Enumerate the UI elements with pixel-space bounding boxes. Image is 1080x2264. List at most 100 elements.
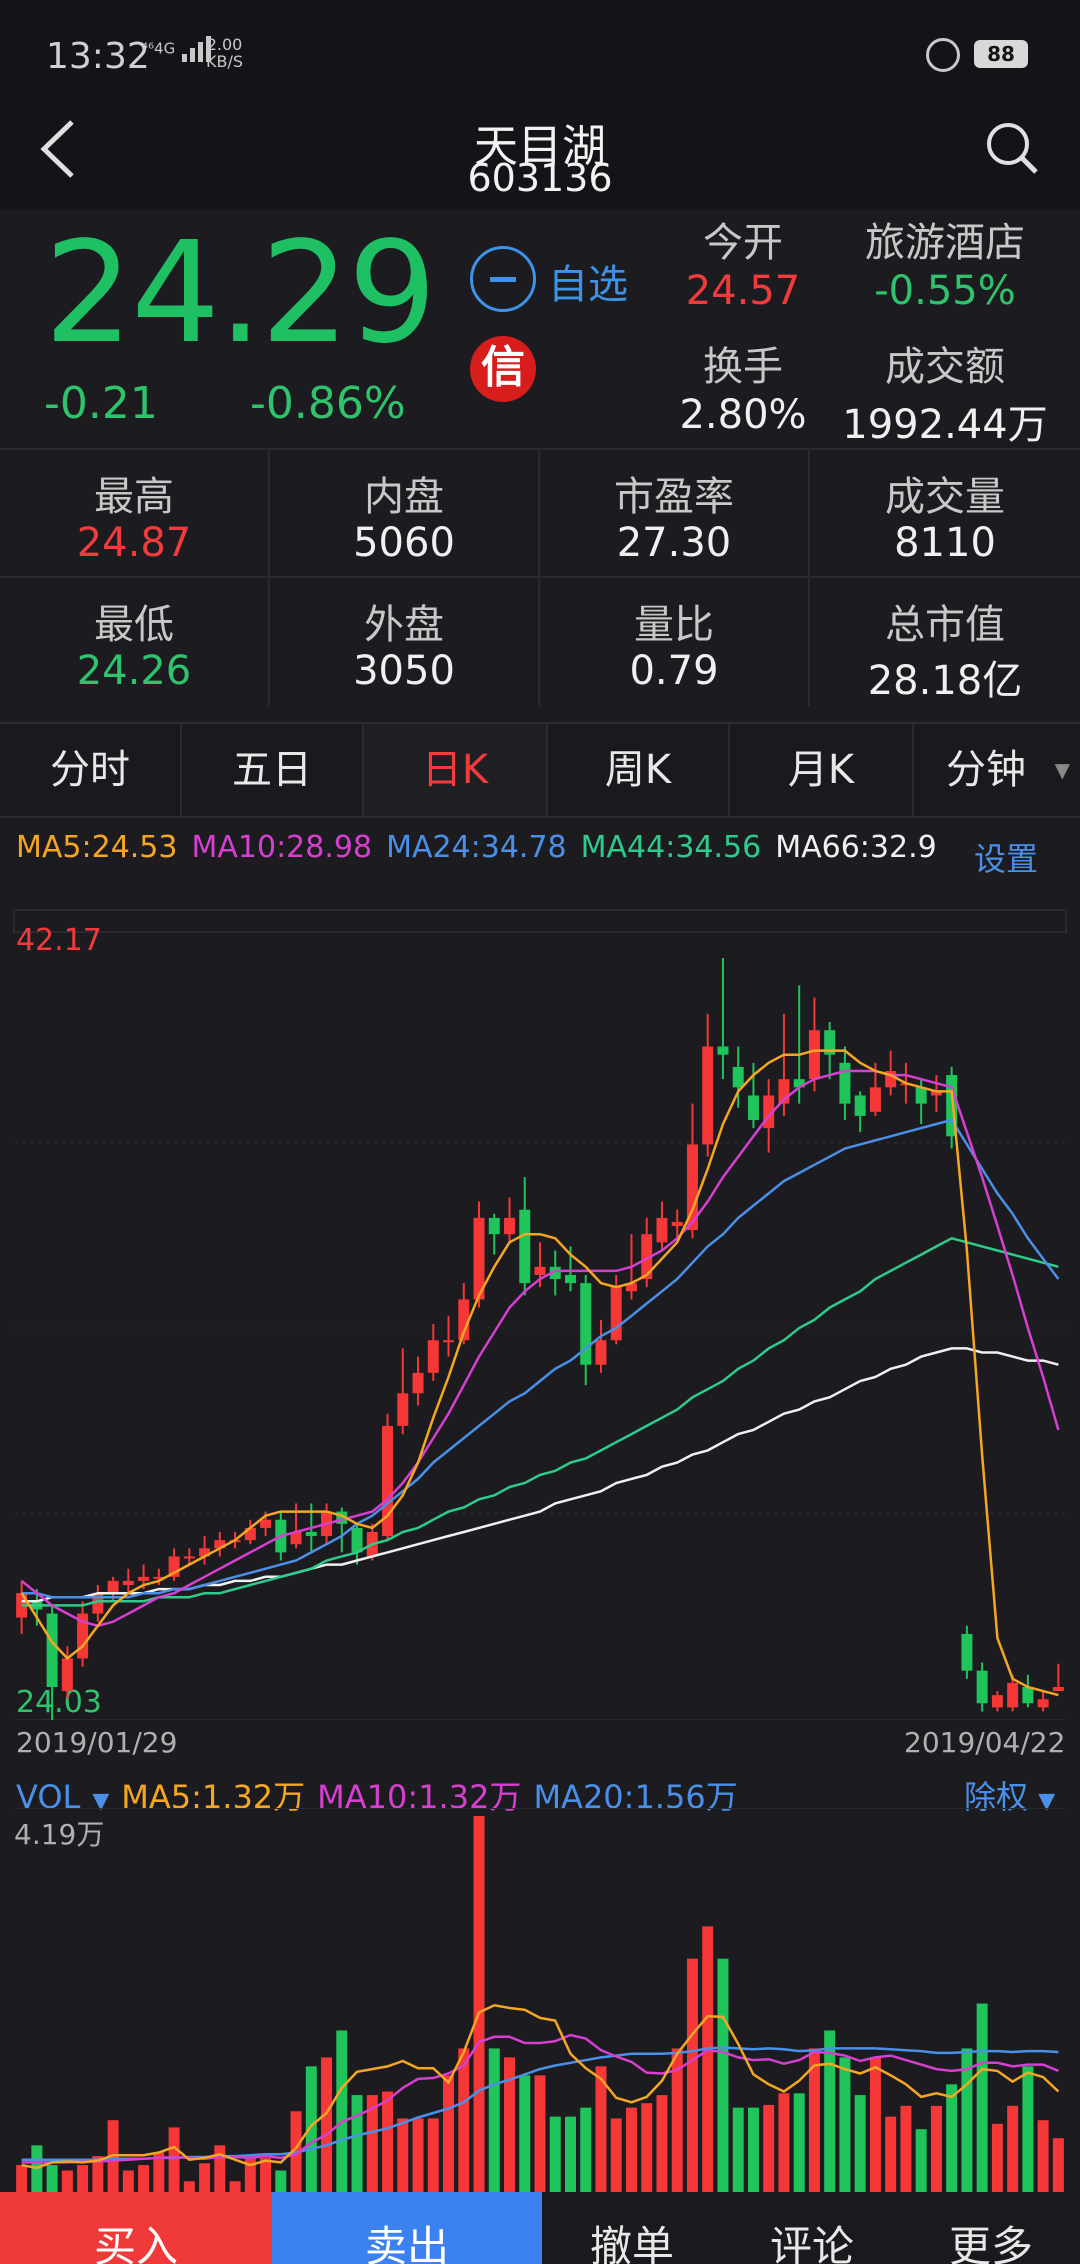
stat-high: 最高 24.87 [0,450,270,578]
volume-bar [1052,2138,1064,2192]
ma10-legend: MA10:28.98 [191,830,373,865]
ma44-line [21,1236,1059,1607]
ma66-legend: MA66:32.9 [775,830,937,865]
volume-bar [397,2118,409,2192]
volume-bar [336,2030,348,2192]
stat-label: 成交量 [885,474,1005,520]
volume-bar [534,2075,546,2192]
chart-legend-frame [13,909,1067,933]
volume-bar [915,2129,927,2192]
candle-body [747,1095,759,1120]
volume-bar [930,2105,942,2192]
volume-bar [199,2163,211,2192]
volume-bar [214,2145,226,2192]
signal-icon: ⁴⁶4G [142,36,214,62]
volume-bar [427,2118,439,2192]
volume-bar [229,2181,241,2192]
tab-five-day[interactable]: 五日 [182,724,364,816]
sector-change: -0.55% [874,268,1016,314]
candle-body [519,1209,531,1284]
stats-row-1: 最高 24.87 内盘 5060 市盈率 27.30 成交量 8110 [0,448,1080,578]
volume-bar [183,2181,195,2192]
stat-volume: 成交量 8110 [810,450,1080,578]
stat-outer: 外盘 3050 [270,578,540,706]
volume-chart[interactable]: 4.19万 [0,1808,1080,2192]
volume-bar [946,2084,958,2192]
candle-body [869,1087,881,1112]
candle-body [138,1576,150,1581]
candle-body [107,1580,119,1594]
candle-body [534,1266,546,1275]
volume-bar [549,2116,561,2192]
more-button[interactable]: 更多 [902,2192,1080,2264]
candle-body [565,1274,576,1284]
tab-daily-k[interactable]: 日K [364,724,548,816]
tab-intraday[interactable]: 分时 [0,724,182,816]
header: 天目湖 603136 [0,110,1080,210]
tab-weekly-k[interactable]: 周K [548,724,730,816]
battery-icon: 88 [974,40,1028,68]
volume-bar [763,2104,775,2192]
volume-bar [122,2170,134,2192]
network-type: ⁴⁶4G [142,39,176,58]
tab-minute[interactable]: 分钟 ▼ [914,724,1080,816]
volume-bar [717,1958,729,2192]
candle-body [1052,1686,1064,1692]
stat-value: 5060 [353,520,455,566]
volume-bar [732,2107,744,2192]
candle-body [610,1287,622,1341]
volume-bar [610,2118,622,2192]
candle-body [595,1340,607,1365]
volume-bar [885,2116,897,2192]
chart-period-tabs: 分时 五日 日K 周K 月K 分钟 ▼ [0,722,1080,818]
status-bar: 13:32 ⁴⁶4G 2.00 KB/S 88 [0,0,1080,110]
volume-bar [46,2165,58,2192]
volume-bar [565,2116,576,2192]
candle-body [351,1527,363,1553]
search-icon[interactable] [984,120,1040,176]
open-value: 24.57 [685,268,801,314]
stat-label: 最高 [94,474,174,520]
stat-value: 3050 [353,648,455,694]
turnover-label: 换手 [703,344,783,390]
volume-bar [686,1958,698,2192]
stat-label: 外盘 [364,602,444,648]
sector-name[interactable]: 旅游酒店 [850,210,1040,268]
rotation-lock-icon [926,38,960,72]
volume-bar [580,2107,592,2192]
tab-monthly-k[interactable]: 月K [730,724,914,816]
candle-body [1007,1682,1019,1708]
candlestick-chart[interactable]: 42.17 24.03 [0,900,1080,1720]
comment-button[interactable]: 评论 [722,2192,902,2264]
volume-bar [351,2095,363,2192]
credit-badge[interactable]: 信 [470,336,536,402]
volume-bar [793,2093,805,2192]
candle-body [976,1670,988,1704]
candle-body [504,1217,515,1235]
volume-bar [321,2057,333,2192]
volume-bar [778,2093,790,2192]
candle-body [46,1613,58,1687]
stat-value: 24.26 [76,648,192,694]
volume-bar [625,2107,637,2192]
buy-button[interactable]: 买入 [0,2192,272,2264]
sell-button[interactable]: 卖出 [272,2192,542,2264]
volume-bar [747,2107,759,2192]
volume-bar [641,2103,653,2192]
ma44-legend: MA44:34.56 [580,830,762,865]
watchlist-button[interactable]: 自选 [548,252,628,310]
candle-body [839,1062,851,1104]
chart-start-date: 2019/01/29 [16,1726,178,1759]
price-max-label: 42.17 [16,923,102,958]
candle-body [260,1519,272,1528]
cancel-order-button[interactable]: 撤单 [542,2192,722,2264]
net-speed: 2.00 KB/S [206,36,243,70]
candle-body [961,1633,973,1671]
volume-bar [1037,2120,1049,2192]
ma24-legend: MA24:34.78 [386,830,567,865]
volume-bar [473,1816,485,2192]
candle-body [671,1221,683,1227]
volume-bar [1007,2105,1019,2192]
chart-settings-button[interactable]: 设置 [974,834,1038,880]
remove-watchlist-icon[interactable] [470,246,536,312]
